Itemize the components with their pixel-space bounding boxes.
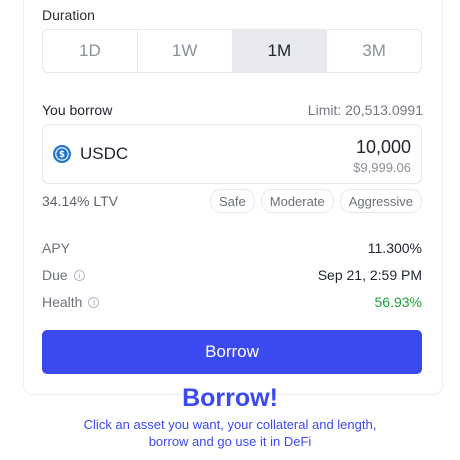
duration-option-3m[interactable]: 3M	[327, 30, 421, 72]
apy-label-text: APY	[42, 240, 71, 256]
hero-subtitle-line-2: borrow and go use it in DeFi	[148, 434, 312, 449]
borrow-asset-input[interactable]: $ USDC 10,000 $9,999.06	[42, 124, 422, 184]
borrow-limit: Limit: 20,513.0991	[307, 102, 423, 118]
duration-label: Duration	[42, 7, 95, 23]
risk-moderate-button[interactable]: Moderate	[260, 189, 334, 213]
borrow-amount[interactable]: 10,000	[356, 137, 411, 158]
ltv-value: 34.14% LTV	[42, 193, 119, 209]
duration-option-1m[interactable]: 1M	[232, 30, 328, 72]
due-value: Sep 21, 2:59 PM	[317, 267, 422, 283]
info-icon[interactable]: i	[88, 296, 100, 308]
risk-aggressive-button[interactable]: Aggressive	[339, 189, 422, 213]
duration-selector: 1D 1W 1M 3M	[42, 29, 422, 73]
you-borrow-label: You borrow	[42, 102, 113, 118]
health-label-text: Health	[42, 294, 83, 310]
duration-option-1d[interactable]: 1D	[43, 30, 138, 72]
due-label: Due i	[42, 267, 85, 283]
asset-name: USDC	[80, 144, 129, 163]
usdc-icon: $	[53, 145, 71, 163]
hero-subtitle: Click an asset you want, your collateral…	[0, 416, 460, 450]
svg-text:$: $	[59, 150, 65, 160]
duration-option-1w[interactable]: 1W	[138, 30, 233, 72]
hero-subtitle-line-1: Click an asset you want, your collateral…	[83, 417, 377, 432]
info-icon[interactable]: i	[73, 269, 85, 281]
apy-label: APY	[42, 240, 70, 256]
borrow-amount-usd: $9,999.06	[353, 160, 411, 175]
apy-value: 11.300%	[367, 240, 422, 256]
due-label-text: Due	[42, 267, 68, 283]
health-label: Health i	[42, 294, 100, 310]
borrow-button[interactable]: Borrow	[42, 330, 422, 374]
hero-title: Borrow!	[182, 384, 278, 412]
health-value: 56.93%	[374, 294, 422, 310]
risk-selector: Safe Moderate Aggressive	[210, 189, 422, 213]
risk-safe-button[interactable]: Safe	[210, 189, 255, 213]
